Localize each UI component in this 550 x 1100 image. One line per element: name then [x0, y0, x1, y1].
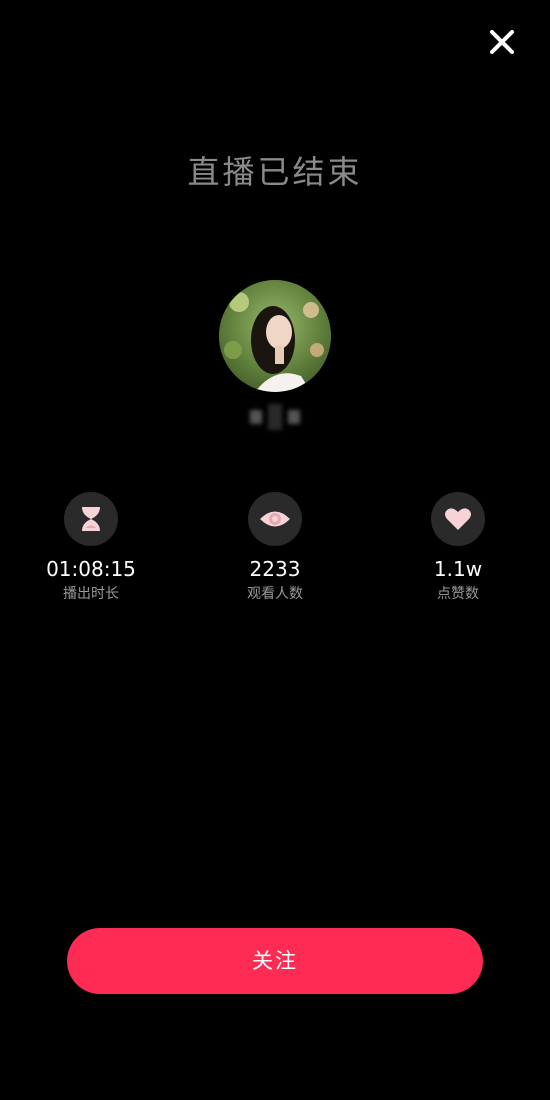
duration-label: 播出时长 — [63, 586, 119, 602]
follow-button[interactable]: 关注 — [67, 928, 483, 994]
avatar[interactable] — [219, 280, 331, 392]
page-title: 直播已结束 — [187, 153, 363, 191]
stat-likes: 1.1w 点赞数 — [388, 492, 528, 604]
username-redacted — [244, 400, 306, 434]
likes-label: 点赞数 — [437, 586, 479, 602]
heart-icon — [431, 492, 485, 546]
duration-value: 01:08:15 — [46, 557, 136, 581]
stat-duration: 01:08:15 播出时长 — [21, 492, 161, 604]
stat-viewers: 2233 观看人数 — [205, 492, 345, 604]
viewers-value: 2233 — [249, 557, 301, 581]
avatar-photo — [219, 280, 331, 392]
likes-value: 1.1w — [433, 557, 483, 581]
viewers-label: 观看人数 — [247, 586, 303, 602]
close-icon[interactable] — [486, 26, 518, 58]
hourglass-icon — [64, 492, 118, 546]
close-button[interactable] — [486, 26, 518, 58]
eye-icon — [248, 492, 302, 546]
